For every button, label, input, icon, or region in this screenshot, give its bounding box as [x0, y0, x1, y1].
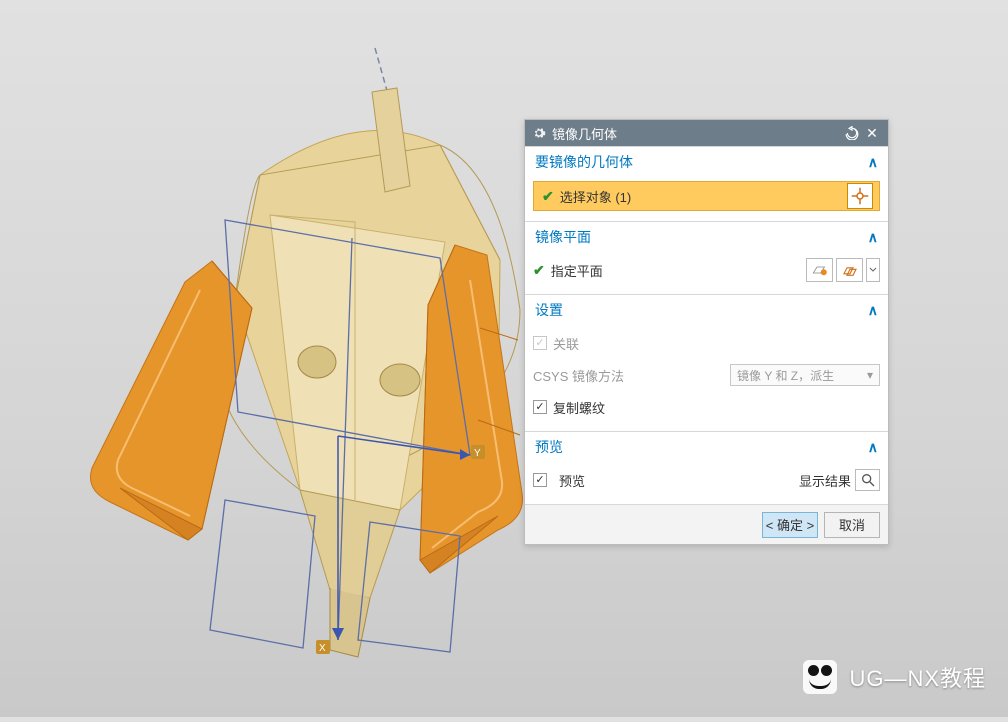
dialog-footer: < 确定 > 取消 — [525, 504, 888, 544]
cancel-button[interactable]: 取消 — [824, 512, 880, 538]
chevron-up-icon: ∧ — [868, 302, 878, 319]
preview-checkbox[interactable] — [533, 473, 547, 487]
close-icon[interactable]: ✕ — [862, 123, 882, 143]
selection-target-button[interactable] — [847, 183, 873, 209]
chevron-up-icon: ∧ — [868, 439, 878, 456]
section-header-settings[interactable]: 设置 ∧ — [525, 295, 888, 325]
chevron-down-icon: ▾ — [867, 368, 873, 382]
watermark: UG—NX教程 — [803, 660, 986, 694]
preview-label: 预览 — [559, 471, 799, 490]
select-object-row[interactable]: ✔ 选择对象 (1) — [533, 181, 880, 211]
specify-plane-label: 指定平面 — [551, 261, 806, 280]
check-icon: ✔ — [542, 188, 554, 205]
mirror-geometry-dialog: 镜像几何体 ✕ 要镜像的几何体 ∧ ✔ 选择对象 (1) 镜像平面 ∧ — [524, 119, 889, 545]
show-result-label: 显示结果 — [799, 471, 851, 490]
csys-method-dropdown: 镜像 Y 和 Z，派生 ▾ — [730, 364, 880, 386]
chevron-up-icon: ∧ — [868, 229, 878, 246]
check-icon: ✔ — [533, 262, 545, 279]
svg-text:Y: Y — [474, 448, 481, 459]
csys-method-label: CSYS 镜像方法 — [533, 366, 730, 385]
copy-thread-checkbox[interactable] — [533, 400, 547, 414]
section-header-plane[interactable]: 镜像平面 ∧ — [525, 222, 888, 252]
show-result-button[interactable] — [855, 469, 880, 491]
undo-icon[interactable] — [842, 123, 862, 143]
chevron-up-icon: ∧ — [868, 154, 878, 171]
dialog-title: 镜像几何体 — [552, 124, 842, 143]
associative-checkbox — [533, 336, 547, 350]
associative-label: 关联 — [553, 334, 880, 353]
wechat-icon — [803, 660, 837, 694]
section-header-geometry[interactable]: 要镜像的几何体 ∧ — [525, 147, 888, 177]
section-header-preview[interactable]: 预览 ∧ — [525, 432, 888, 462]
ok-button[interactable]: < 确定 > — [762, 512, 818, 538]
copy-thread-label: 复制螺纹 — [553, 398, 880, 417]
plane-type-dropdown[interactable] — [866, 258, 880, 282]
select-object-label: 选择对象 (1) — [560, 187, 847, 206]
plane-type-button[interactable] — [836, 258, 863, 282]
plane-dialog-button[interactable] — [806, 258, 833, 282]
dialog-titlebar[interactable]: 镜像几何体 ✕ — [525, 120, 888, 146]
svg-text:X: X — [319, 643, 326, 654]
gear-icon — [531, 126, 546, 141]
